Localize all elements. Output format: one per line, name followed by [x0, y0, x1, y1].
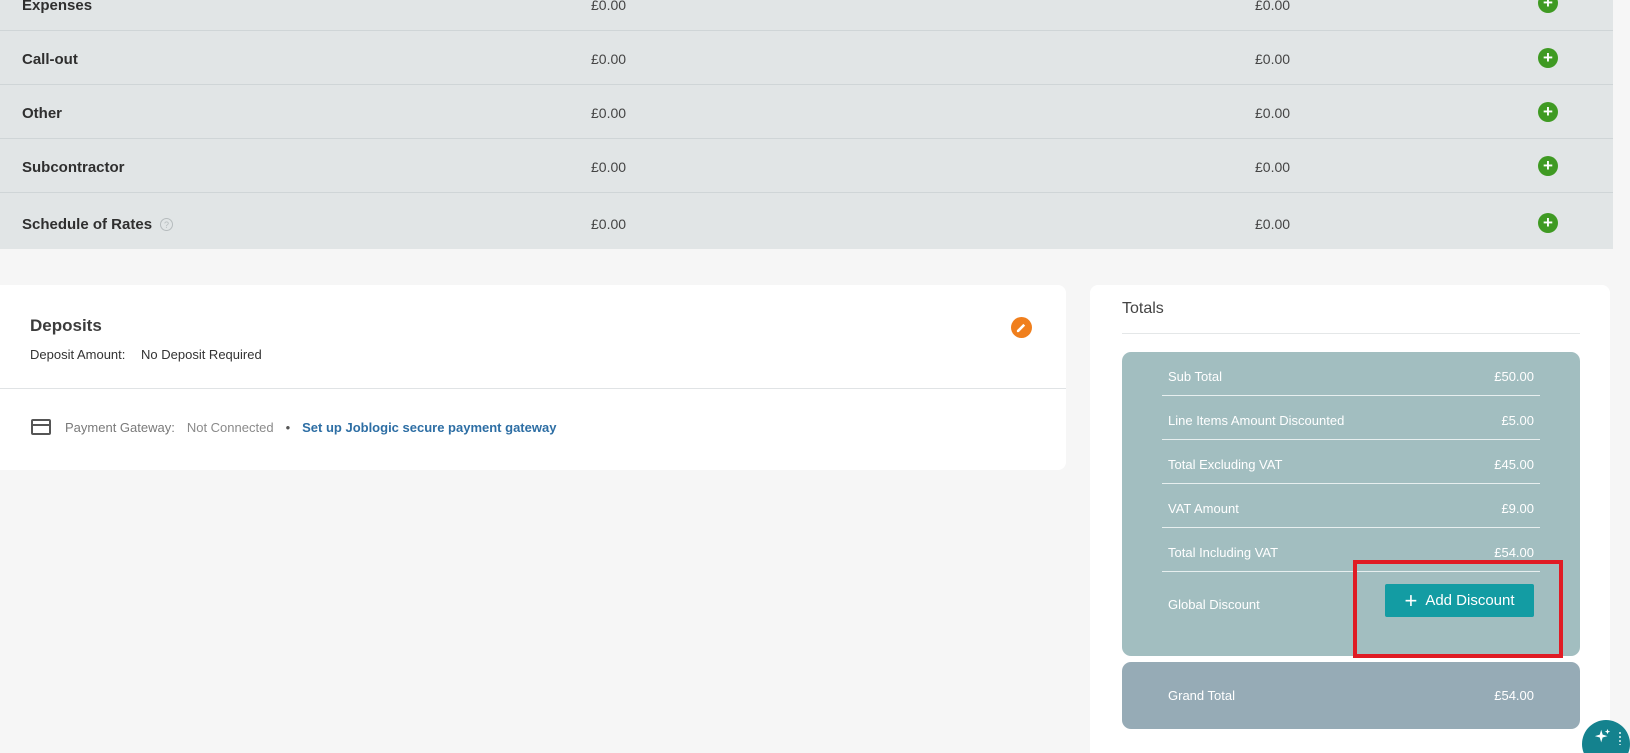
cost-value: £0.00 [591, 51, 627, 67]
cost-label: Subcontractor [22, 159, 125, 176]
cost-label: Schedule of Rates ? [22, 216, 174, 233]
totals-value: £9.00 [1501, 501, 1534, 516]
totals-row-line-items-discounted: Line Items Amount Discounted £5.00 [1162, 396, 1540, 440]
cost-value: £0.00 [1255, 159, 1291, 175]
deposits-card: Deposits Deposit Amount: No Deposit Requ… [0, 285, 1066, 470]
cost-value: £0.00 [1255, 51, 1291, 67]
sparkle-icon [1594, 728, 1611, 743]
grand-total: Grand Total £54.00 [1122, 662, 1580, 729]
cost-row-call-out: Call-out £0.00 £0.00 + [0, 31, 1613, 85]
cost-row-subcontractor: Subcontractor £0.00 £0.00 + [0, 139, 1613, 193]
totals-row-total-excluding-vat: Total Excluding VAT £45.00 [1162, 440, 1540, 484]
plus-circle-icon[interactable]: + [1538, 213, 1558, 233]
cost-label-text: Schedule of Rates [22, 216, 153, 233]
pencil-icon-svg [1016, 323, 1026, 333]
totals-label: Sub Total [1168, 369, 1222, 384]
deposit-amount: Deposit Amount: No Deposit Required [30, 347, 262, 362]
global-discount-label: Global Discount [1168, 597, 1260, 612]
plus-circle-icon[interactable]: + [1538, 156, 1558, 176]
totals-card: Totals Sub Total £50.00 Line Items Amoun… [1090, 285, 1610, 753]
deposit-amount-label: Deposit Amount: [30, 347, 126, 362]
highlight-annotation [1353, 560, 1563, 658]
plus-circle-icon[interactable]: + [1538, 48, 1558, 68]
totals-row-vat-amount: VAT Amount £9.00 [1162, 484, 1540, 528]
drag-handle[interactable] [1618, 731, 1622, 745]
cost-row-expenses: Expenses £0.00 £0.00 + [0, 0, 1613, 31]
totals-value: £45.00 [1494, 457, 1534, 472]
deposits-title: Deposits [30, 316, 102, 335]
credit-card-icon [31, 419, 51, 435]
cost-table: Expenses £0.00 £0.00 + Call-out £0.00 £0… [0, 0, 1613, 249]
gateway-label: Payment Gateway: [65, 419, 175, 435]
gateway-status: Not Connected [186, 419, 274, 435]
cost-value: £0.00 [591, 216, 627, 232]
cost-row-other: Other £0.00 £0.00 + [0, 85, 1613, 139]
cost-value: £0.00 [591, 0, 627, 13]
totals-label: Total Including VAT [1168, 545, 1279, 560]
cost-value: £0.00 [1255, 0, 1291, 13]
cost-value: £0.00 [1255, 216, 1291, 232]
cost-label: Call-out [22, 51, 78, 68]
totals-value: £54.00 [1494, 545, 1534, 560]
cost-value: £0.00 [591, 159, 627, 175]
totals-label: Total Excluding VAT [1168, 457, 1283, 472]
totals-title: Totals [1122, 300, 1164, 317]
payment-gateway: Payment Gateway: Not Connected • Set up … [31, 419, 556, 435]
cost-value: £0.00 [1255, 105, 1291, 121]
divider [0, 388, 1066, 389]
totals-label: Line Items Amount Discounted [1168, 413, 1345, 428]
deposit-amount-value: No Deposit Required [141, 347, 262, 362]
totals-row-sub-total: Sub Total £50.00 [1162, 352, 1540, 396]
plus-circle-icon[interactable]: + [1538, 102, 1558, 122]
cost-row-schedule-of-rates: Schedule of Rates ? £0.00 £0.00 + [0, 193, 1613, 249]
cost-label: Expenses [22, 0, 93, 14]
setup-gateway-link[interactable]: Set up Joblogic secure payment gateway [302, 420, 556, 435]
separator-dot: • [285, 419, 291, 435]
pencil-icon[interactable] [1011, 317, 1032, 338]
divider [1122, 333, 1580, 334]
totals-value: £50.00 [1494, 369, 1534, 384]
cost-value: £0.00 [591, 105, 627, 121]
totals-label: VAT Amount [1168, 501, 1239, 516]
cost-label: Other [22, 105, 63, 122]
grand-total-label: Grand Total [1168, 688, 1235, 703]
totals-value: £5.00 [1501, 413, 1534, 428]
grand-total-value: £54.00 [1494, 688, 1534, 703]
plus-circle-icon[interactable]: + [1538, 0, 1558, 13]
question-circle-icon[interactable]: ? [160, 218, 174, 231]
